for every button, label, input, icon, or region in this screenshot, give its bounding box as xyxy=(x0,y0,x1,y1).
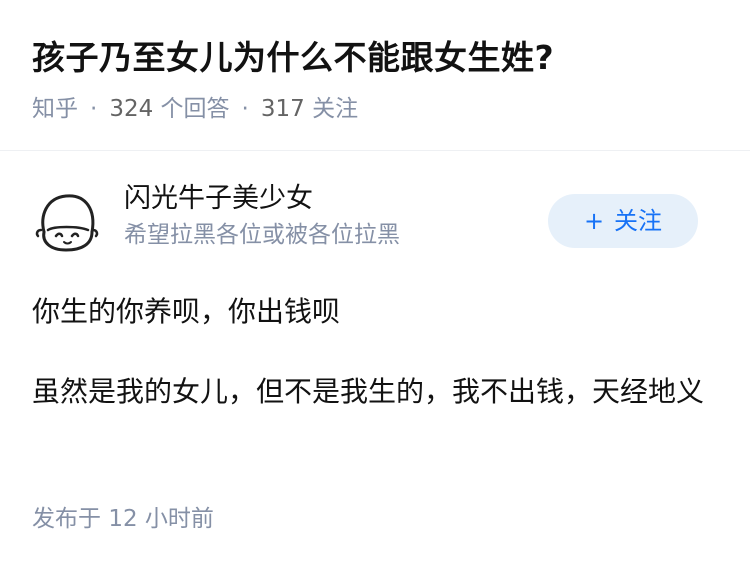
source-label[interactable]: 知乎 xyxy=(32,96,78,122)
plus-icon: + xyxy=(583,207,605,235)
question-meta: 知乎 · 324 个回答 · 317 关注 xyxy=(32,94,722,124)
answer-content: 你生的你养呗，你出钱呗 虽然是我的女儿，但不是我生的，我不出钱，天经地义 xyxy=(32,290,712,450)
published-label: 发布于 xyxy=(32,506,101,532)
follower-count: 317 xyxy=(260,96,305,122)
follow-button[interactable]: + 关注 xyxy=(548,194,698,248)
answer-paragraph: 虽然是我的女儿，但不是我生的，我不出钱，天经地义 xyxy=(32,375,705,408)
meta-separator-dot: · xyxy=(241,96,249,122)
answer-publish-time: 发布于 12 小时前 xyxy=(32,504,214,534)
answer-count: 324 xyxy=(109,96,154,122)
doodle-face-avatar-icon xyxy=(33,187,101,255)
meta-separator-dot: · xyxy=(90,96,98,122)
question-header: 孩子乃至女儿为什么不能跟女生姓? 知乎 · 324 个回答 · 317 关注 xyxy=(32,36,722,124)
author-row: 闪光牛子美少女 希望拉黑各位或被各位拉黑 + 关注 xyxy=(32,180,722,260)
follow-button-label: 关注 xyxy=(614,207,663,235)
published-time: 12 小时前 xyxy=(108,506,214,532)
author-name[interactable]: 闪光牛子美少女 xyxy=(124,180,400,218)
header-divider xyxy=(0,150,750,151)
question-title[interactable]: 孩子乃至女儿为什么不能跟女生姓? xyxy=(32,36,722,80)
author-info: 闪光牛子美少女 希望拉黑各位或被各位拉黑 xyxy=(124,180,400,250)
follower-count-label: 关注 xyxy=(312,96,359,122)
author-bio: 希望拉黑各位或被各位拉黑 xyxy=(124,222,400,248)
avatar[interactable] xyxy=(32,186,102,256)
answer-paragraph: 你生的你养呗，你出钱呗 xyxy=(32,295,341,328)
answer-count-label[interactable]: 个回答 xyxy=(161,96,230,122)
